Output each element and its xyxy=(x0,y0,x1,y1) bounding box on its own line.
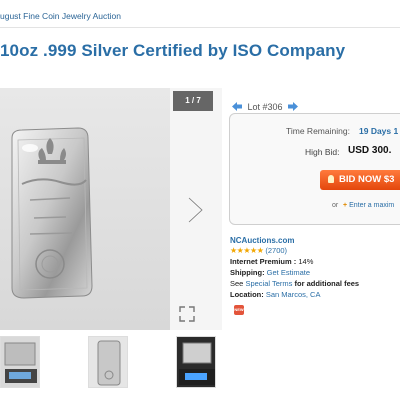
location-label: Location: xyxy=(230,290,264,299)
header-divider xyxy=(0,27,400,28)
lot-number: Lot #306 xyxy=(247,101,283,112)
bid-panel: Time Remaining: 19 Days 1 High Bid: USD … xyxy=(229,113,400,225)
shipping-row: Shipping: Get Estimate xyxy=(230,268,310,277)
lot-navigation: Lot #306 xyxy=(232,101,299,112)
or-text: or xyxy=(332,202,339,209)
shipping-estimate-link[interactable]: Get Estimate xyxy=(267,268,310,277)
location-row: Location: San Marcos, CA xyxy=(230,290,320,299)
blue-right-arrow-icon[interactable] xyxy=(288,102,299,112)
additional-fees-text: for additional fees xyxy=(294,279,360,288)
lightbulb-icon xyxy=(328,175,334,183)
thumbnail-strip xyxy=(0,336,222,392)
bid-now-button[interactable]: BID NOW $3 xyxy=(320,170,400,190)
internet-premium-row: Internet Premium : 14% xyxy=(230,257,313,266)
breadcrumb[interactable]: ugust Fine Coin Jewelry Auction xyxy=(0,11,121,21)
chevron-right-icon[interactable] xyxy=(184,195,208,225)
special-terms-row: See Special Terms for additional fees xyxy=(230,279,359,288)
see-text: See xyxy=(230,279,244,288)
new-badge-icon: NEW xyxy=(234,305,244,315)
time-remaining-value: 19 Days 1 xyxy=(359,126,399,136)
thumbnail-1[interactable] xyxy=(0,336,40,388)
rating-stars: ★★★★★ xyxy=(230,246,264,255)
image-viewer[interactable]: 1 / 7 xyxy=(0,88,222,330)
internet-premium-value: 14% xyxy=(298,257,314,266)
auctioneer-link[interactable]: NCAuctions.com xyxy=(230,236,294,245)
special-terms-link[interactable]: Special Terms xyxy=(245,279,292,288)
shipping-label: Shipping: xyxy=(230,268,265,277)
thumbnail-3[interactable] xyxy=(176,336,216,388)
thumbnail-2[interactable] xyxy=(88,336,128,388)
enter-max-bid-link[interactable]: + Enter a maxim xyxy=(343,202,394,209)
rating-count[interactable]: (2700) xyxy=(265,246,287,255)
enter-max-bid-label: Enter a maxim xyxy=(349,202,395,209)
time-remaining-label: Time Remaining: xyxy=(286,126,350,136)
high-bid-value: USD 300. xyxy=(348,145,392,156)
seller-rating: ★★★★★ (2700) xyxy=(230,246,287,255)
high-bid-label: High Bid: xyxy=(305,147,340,157)
expand-icon[interactable] xyxy=(178,305,196,323)
plus-icon: + xyxy=(343,202,348,209)
page-title: 10oz .999 Silver Certified by ISO Compan… xyxy=(0,41,346,60)
internet-premium-label: Internet Premium : xyxy=(230,257,297,266)
bid-now-label: BID NOW $3 xyxy=(339,174,395,185)
location-value[interactable]: San Marcos, CA xyxy=(266,290,321,299)
image-counter: 1 / 7 xyxy=(173,91,213,111)
blue-left-arrow-icon[interactable] xyxy=(232,102,242,112)
silver-bar-photo xyxy=(0,88,170,330)
